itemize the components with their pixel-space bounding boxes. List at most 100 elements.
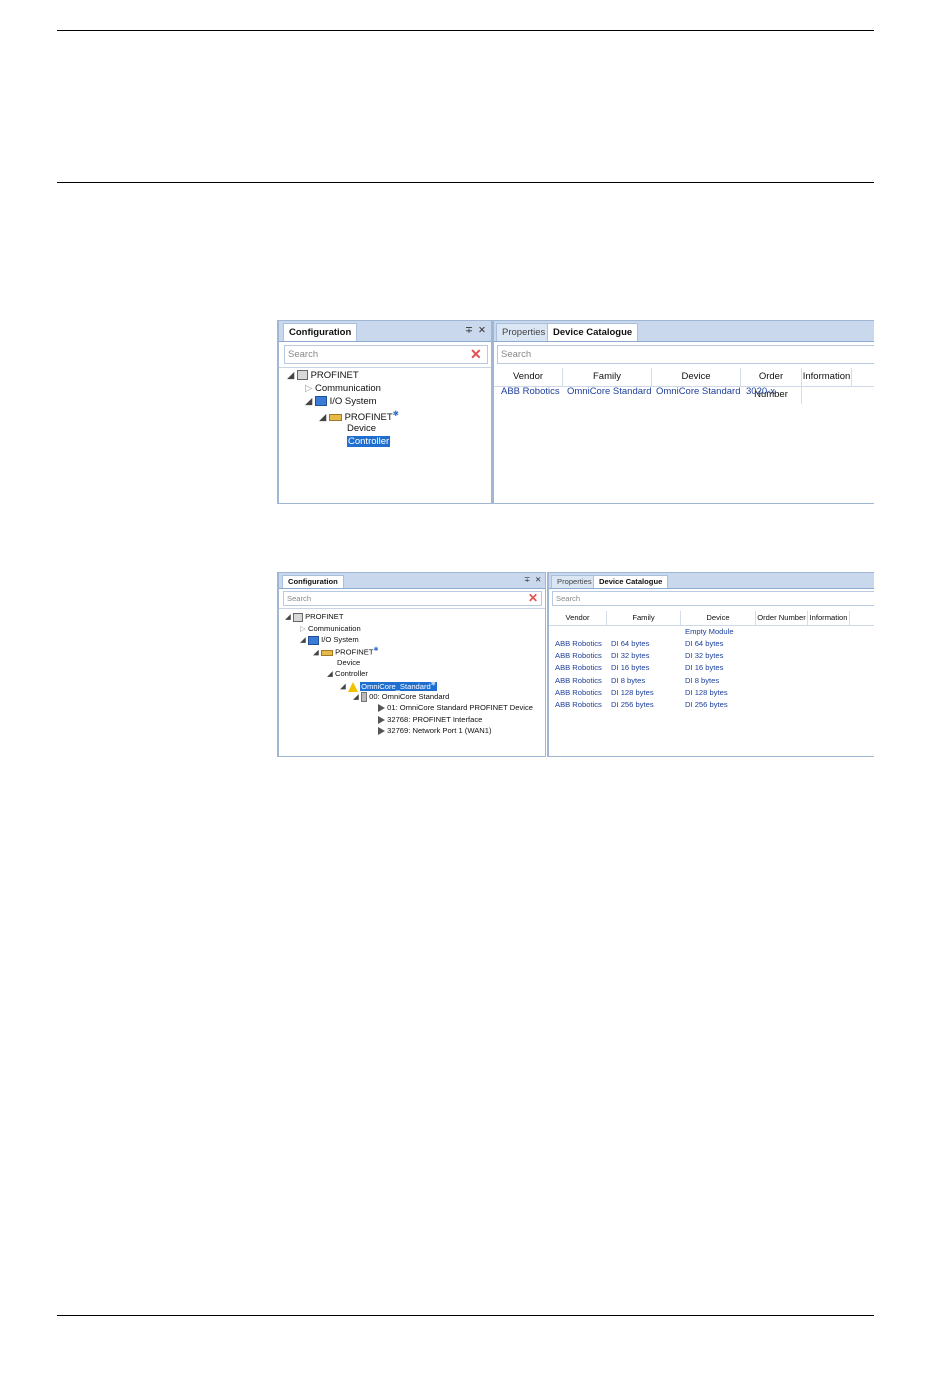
expand-open-icon[interactable]: ◢: [327, 669, 333, 678]
tree-node-slot-32768[interactable]: 32768: PROFINET Interface: [378, 715, 482, 724]
cell-vendor: ABB Robotics: [501, 386, 560, 397]
tab-properties[interactable]: Properties: [551, 575, 598, 588]
tree-node-profinet-root[interactable]: ◢ PROFINET: [287, 370, 359, 381]
close-icon[interactable]: ✕: [535, 574, 541, 586]
profinet-root-icon: [296, 370, 308, 381]
expand-closed-icon[interactable]: ▷: [300, 624, 306, 633]
tree-label-selected: OmniCore_Standard✱: [360, 680, 437, 691]
catalogue-row[interactable]: ABB Robotics DI 64 bytes DI 64 bytes: [549, 639, 874, 651]
pin-icon[interactable]: ∓: [465, 322, 473, 339]
tree-label-selected: Controller: [347, 436, 391, 447]
tree-node-io-system[interactable]: ◢ I/O System: [300, 635, 359, 645]
tab-properties[interactable]: Properties: [496, 323, 552, 341]
expand-open-icon[interactable]: ◢: [319, 412, 326, 423]
expand-open-icon[interactable]: ◢: [313, 648, 319, 657]
column-header-vendor[interactable]: Vendor: [494, 368, 563, 386]
pin-icon[interactable]: ∓: [524, 574, 530, 586]
tree-label: PROFINET: [335, 647, 374, 657]
io-system-icon: [314, 396, 327, 407]
configuration-tabstrip: Configuration ∓ ✕: [279, 573, 545, 589]
tree-label: 32769: Network Port 1 (WAN1): [387, 726, 492, 735]
cell-device: DI 128 bytes: [685, 687, 728, 697]
module-icon: [360, 692, 367, 702]
catalogue-row[interactable]: ABB Robotics DI 8 bytes DI 8 bytes: [549, 676, 874, 688]
catalogue-row[interactable]: ABB Robotics DI 128 bytes DI 128 bytes: [549, 688, 874, 700]
catalogue-column-header: Vendor Family Device Order Number Inform…: [549, 611, 874, 626]
submodule-icon: [378, 704, 385, 712]
tab-configuration[interactable]: Configuration: [283, 323, 358, 341]
column-header-device[interactable]: Device: [681, 611, 756, 625]
cell-family: DI 32 bytes: [611, 651, 650, 661]
tree-node-communication[interactable]: ▷ Communication: [300, 624, 361, 633]
column-header-family[interactable]: Family: [607, 611, 681, 625]
tree-node-slot-01[interactable]: 01: OmniCore Standard PROFINET Device: [378, 703, 533, 712]
tree-node-profinet-root[interactable]: ◢ PROFINET: [285, 612, 344, 622]
configuration-panel: Configuration ∓ ✕ Search ✕ ◢ PROFINET ▷ …: [277, 320, 492, 504]
column-header-vendor[interactable]: Vendor: [549, 611, 607, 625]
tree-node-controller[interactable]: Controller: [347, 436, 391, 447]
expand-open-icon[interactable]: ◢: [285, 612, 291, 621]
cell-family: DI 16 bytes: [611, 663, 650, 673]
cell-family: DI 256 bytes: [611, 700, 654, 709]
catalogue-tabstrip: Properties Device Catalogue: [549, 573, 874, 589]
configuration-panel: Configuration ∓ ✕ Search ✕ ◢ PROFINET ▷ …: [277, 572, 546, 757]
column-header-family[interactable]: Family: [563, 368, 652, 386]
star-icon: ✱: [430, 680, 436, 687]
tree-label: Device: [347, 423, 377, 434]
cell-family: DI 128 bytes: [611, 687, 654, 697]
cell-vendor: ABB Robotics: [555, 651, 602, 661]
column-header-information[interactable]: Information: [808, 611, 850, 625]
tree-node-controller[interactable]: ◢ Controller: [327, 669, 368, 678]
tab-device-catalogue[interactable]: Device Catalogue: [593, 575, 669, 588]
configuration-tree: ◢ PROFINET ▷ Communication ◢ I/O System …: [279, 608, 545, 757]
profinet-root-icon: [292, 612, 303, 622]
tree-node-communication[interactable]: ▷ Communication: [305, 383, 381, 394]
star-icon: ✱: [373, 646, 379, 653]
tree-node-omnicore-standard[interactable]: ◢ OmniCore_Standard✱: [340, 680, 437, 692]
catalogue-row[interactable]: ABB Robotics DI 256 bytes DI 256 bytes: [549, 700, 874, 712]
cell-family: DI 8 bytes: [611, 675, 646, 685]
tree-label: I/O System: [329, 396, 377, 407]
clear-search-icon[interactable]: ✕: [470, 345, 482, 364]
device-catalogue-panel: Properties Device Catalogue Search Vendo…: [547, 572, 874, 757]
tree-node-profinet[interactable]: ◢ PROFINET✱: [313, 646, 379, 657]
expand-open-icon[interactable]: ◢: [305, 396, 312, 407]
configuration-tabstrip: Configuration ∓ ✕: [279, 321, 491, 342]
column-header-device[interactable]: Device: [652, 368, 741, 386]
tab-configuration[interactable]: Configuration: [282, 575, 344, 588]
tree-node-io-system[interactable]: ◢ I/O System: [305, 396, 377, 407]
column-header-order-number[interactable]: Order Number: [756, 611, 808, 625]
tree-node-device[interactable]: Device: [347, 423, 376, 434]
configuration-tree: ◢ PROFINET ▷ Communication ◢ I/O System …: [279, 367, 491, 504]
config-search-input[interactable]: Search: [284, 345, 488, 364]
catalogue-row[interactable]: ABB Robotics DI 32 bytes DI 32 bytes: [549, 651, 874, 663]
clear-search-icon[interactable]: ✕: [528, 591, 538, 606]
config-search-input[interactable]: Search: [283, 591, 542, 606]
tree-label: Controller: [334, 669, 368, 678]
expand-open-icon[interactable]: ◢: [340, 682, 346, 691]
tab-device-catalogue[interactable]: Device Catalogue: [547, 323, 639, 341]
tree-label: I/O System: [321, 635, 359, 644]
catalogue-search-input[interactable]: Search: [552, 591, 874, 606]
expand-open-icon[interactable]: ◢: [300, 635, 306, 644]
catalogue-search-input[interactable]: Search: [497, 345, 874, 364]
expand-open-icon[interactable]: ◢: [287, 370, 294, 381]
tree-node-profinet[interactable]: ◢ PROFINET✱: [319, 409, 399, 423]
catalogue-row[interactable]: ABB Robotics DI 16 bytes DI 16 bytes: [549, 663, 874, 675]
io-system-icon: [307, 635, 319, 645]
cell-vendor: ABB Robotics: [555, 675, 602, 685]
cell-vendor: ABB Robotics: [555, 687, 602, 697]
cell-family: DI 64 bytes: [611, 639, 650, 648]
cell-vendor: ABB Robotics: [555, 663, 602, 673]
tree-node-slot-00[interactable]: ◢ 00: OmniCore Standard: [353, 692, 449, 702]
submodule-icon: [378, 716, 385, 724]
tree-node-device[interactable]: Device: [337, 658, 360, 667]
catalogue-row[interactable]: ABB Robotics OmniCore Standard OmniCore …: [494, 386, 874, 400]
expand-open-icon[interactable]: ◢: [353, 692, 359, 701]
expand-closed-icon[interactable]: ▷: [305, 383, 312, 394]
empty-module-item[interactable]: Empty Module: [685, 627, 734, 636]
tree-node-slot-32769[interactable]: 32769: Network Port 1 (WAN1): [378, 726, 492, 735]
close-icon[interactable]: ✕: [478, 322, 486, 339]
tree-label: 01: OmniCore Standard PROFINET Device: [387, 703, 534, 712]
column-header-information[interactable]: Information: [802, 368, 852, 386]
